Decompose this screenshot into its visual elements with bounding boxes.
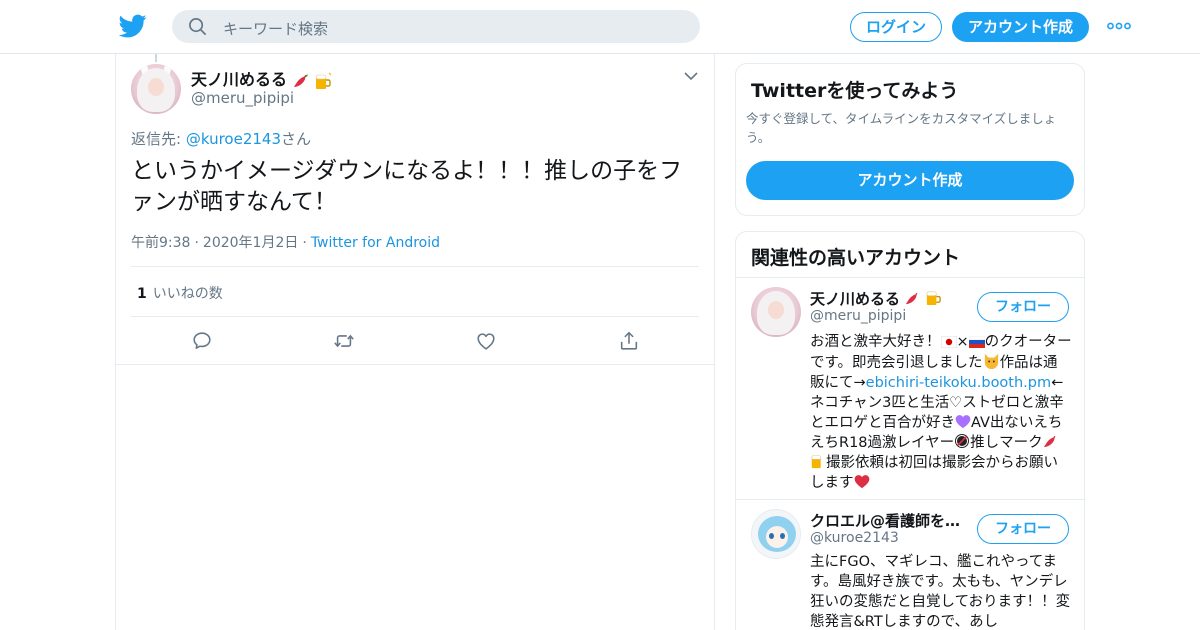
booth-link[interactable]: ebichiri-teikoku.booth.pm xyxy=(866,375,1051,391)
reply-to-line: 返信先: @kuroe2143さん xyxy=(131,130,312,148)
red-heart-icon xyxy=(854,475,869,489)
share-icon[interactable] xyxy=(618,330,640,352)
beer-mug-icon xyxy=(927,291,942,306)
like-icon[interactable] xyxy=(475,330,497,352)
tweet-date[interactable]: 2020年1月2日 xyxy=(203,235,298,251)
related-title: 関連性の高いアカウント xyxy=(751,247,961,269)
author-name[interactable]: 天ノ川めるる xyxy=(191,66,332,90)
reply-to-link[interactable]: @kuroe2143 xyxy=(186,130,281,148)
author-handle[interactable]: @meru_pipipi xyxy=(191,89,294,107)
like-count-label: いいねの数 xyxy=(152,286,223,302)
account-bio: お酒と激辛大好き！ × のクオーターです。即売会引退しました 作品は通販にて→ebic… xyxy=(810,334,1072,491)
japan-flag-icon xyxy=(940,336,957,348)
follow-button[interactable]: フォロー xyxy=(977,514,1069,544)
chili-pepper-icon xyxy=(1043,435,1055,448)
tweet-source-link[interactable]: Twitter for Android xyxy=(311,235,440,251)
promo-signup-button[interactable]: アカウント作成 xyxy=(746,161,1074,200)
search-input[interactable]: キーワード検索 xyxy=(223,18,328,39)
no-under-18-icon xyxy=(955,434,970,448)
more-options-icon[interactable] xyxy=(1107,21,1131,31)
divider xyxy=(131,266,699,267)
reply-icon[interactable] xyxy=(191,330,213,352)
top-bar: キーワード検索 ログイン アカウント作成 xyxy=(0,0,1200,54)
promo-description: 今すぐ登録して、タイムラインをカスタマイズしましょう。 xyxy=(746,111,1057,145)
chili-pepper-icon xyxy=(293,74,308,87)
divider xyxy=(736,277,1084,278)
account-handle[interactable]: @kuroe2143 xyxy=(810,530,899,546)
divider xyxy=(131,316,699,317)
tweet-time[interactable]: 午前9:38 xyxy=(131,235,190,251)
tweet-text: というかイメージダウンになるよ！！！推しの子をファンが晒すなんて！ xyxy=(131,158,683,215)
retweet-icon[interactable] xyxy=(333,330,355,352)
chevron-down-icon[interactable] xyxy=(683,70,699,82)
cat-face-icon xyxy=(984,353,998,369)
like-stats[interactable]: 1 いいねの数 xyxy=(137,283,223,303)
main-column: 天ノ川めるる @meru_pipipi 返信先: @kuroe2143さん とい… xyxy=(115,54,715,630)
login-button[interactable]: ログイン xyxy=(850,12,942,42)
signup-button[interactable]: アカウント作成 xyxy=(952,12,1089,42)
tweet: 天ノ川めるる @meru_pipipi 返信先: @kuroe2143さん とい… xyxy=(116,54,714,365)
beer-mug-icon xyxy=(811,455,821,469)
beer-mug-icon xyxy=(315,72,332,89)
divider xyxy=(736,499,1084,500)
signup-promo-card: Twitterを使ってみよう 今すぐ登録して、タイムラインをカスタマイズしましょ… xyxy=(735,63,1085,216)
related-accounts-card: 関連性の高いアカウント 天ノ川めるる @meru_pipipi フォロー お酒と… xyxy=(735,231,1085,630)
promo-title: Twitterを使ってみよう xyxy=(751,80,959,102)
purple-heart-icon xyxy=(955,415,971,429)
account-name[interactable]: クロエル@看護師を… xyxy=(810,510,960,531)
russia-flag-icon xyxy=(968,336,985,348)
twitter-bird-icon[interactable] xyxy=(119,12,147,40)
author-avatar[interactable] xyxy=(131,64,181,114)
account-bio: 主にFGO、マギレコ、艦これやってます。島風好き族です。太もも、ヤンデレ狂いの変… xyxy=(810,554,1071,630)
account-name[interactable]: 天ノ川めるる xyxy=(810,288,942,309)
follow-button[interactable]: フォロー xyxy=(977,292,1069,322)
search-icon xyxy=(189,18,206,35)
account-handle[interactable]: @meru_pipipi xyxy=(810,308,906,324)
search-bar[interactable]: キーワード検索 xyxy=(172,10,700,43)
account-avatar[interactable] xyxy=(751,509,801,559)
chili-pepper-icon xyxy=(906,292,918,305)
account-avatar[interactable] xyxy=(751,287,801,337)
tweet-meta: 午前9:38 · 2020年1月2日 · Twitter for Android xyxy=(131,235,441,251)
like-count: 1 xyxy=(137,286,147,302)
